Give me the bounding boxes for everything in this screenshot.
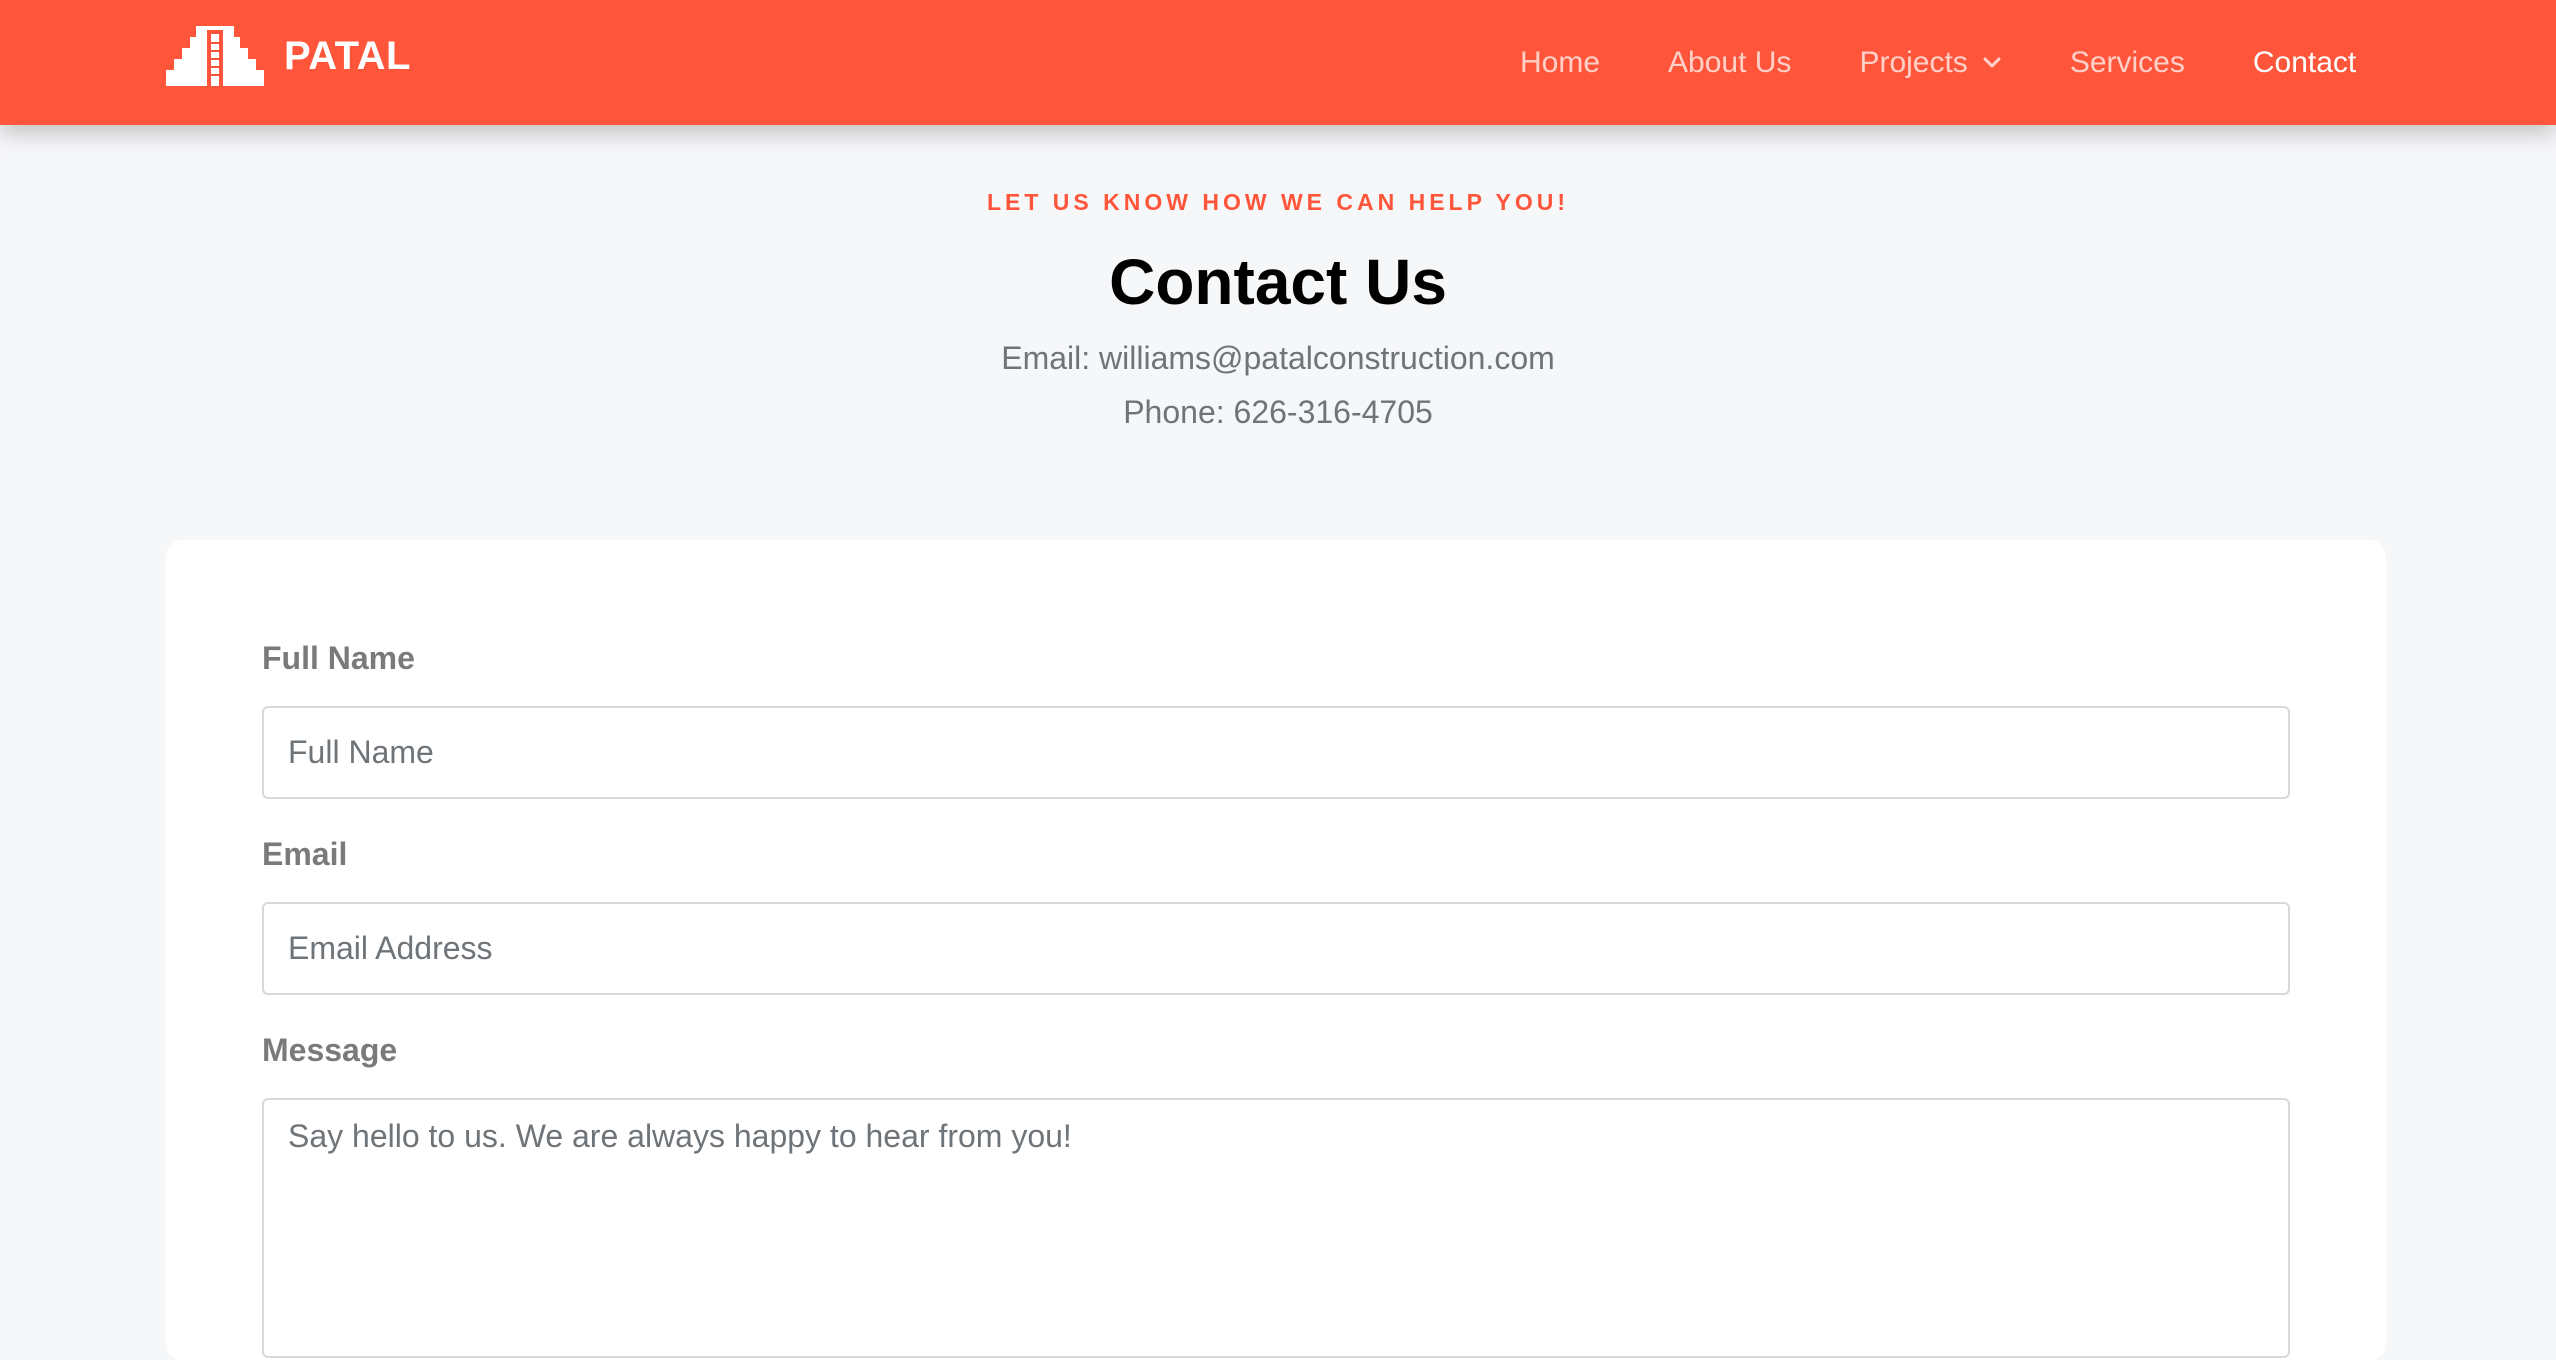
email-label: Email xyxy=(262,836,348,872)
message-label: Message xyxy=(262,1032,398,1068)
brand-name: PATAL xyxy=(284,33,411,78)
nav-item-home[interactable]: Home xyxy=(1520,46,1600,80)
nav-item-about-us[interactable]: About Us xyxy=(1668,46,1791,80)
nav-item-contact[interactable]: Contact xyxy=(2253,46,2356,80)
top-navbar: PATAL Home About Us Projects Services Co… xyxy=(0,0,2556,125)
email-input[interactable] xyxy=(262,902,2290,995)
contact-phone: Phone: 626-316-4705 xyxy=(1123,394,1433,430)
full-name-input[interactable] xyxy=(262,706,2290,799)
hero-eyebrow: LET US KNOW HOW WE CAN HELP YOU! xyxy=(986,189,1570,215)
page-title: Contact Us xyxy=(1109,246,1447,318)
contact-email: Email: williams@patalconstruction.com xyxy=(1001,340,1555,376)
nav-item-projects[interactable]: Projects xyxy=(1859,46,2001,80)
main-nav: Home About Us Projects Services Contact xyxy=(1520,0,2356,125)
nav-item-projects-label: Projects xyxy=(1859,45,1968,79)
nav-item-services[interactable]: Services xyxy=(2070,46,2185,80)
chevron-down-icon xyxy=(1983,57,2001,67)
brand-home-link[interactable]: PATAL xyxy=(166,26,411,86)
message-textarea[interactable] xyxy=(262,1098,2290,1358)
pyramid-logo-icon xyxy=(166,26,264,86)
full-name-label: Full Name xyxy=(262,640,415,676)
contact-form-card: Full Name Email Message xyxy=(166,540,2386,1360)
